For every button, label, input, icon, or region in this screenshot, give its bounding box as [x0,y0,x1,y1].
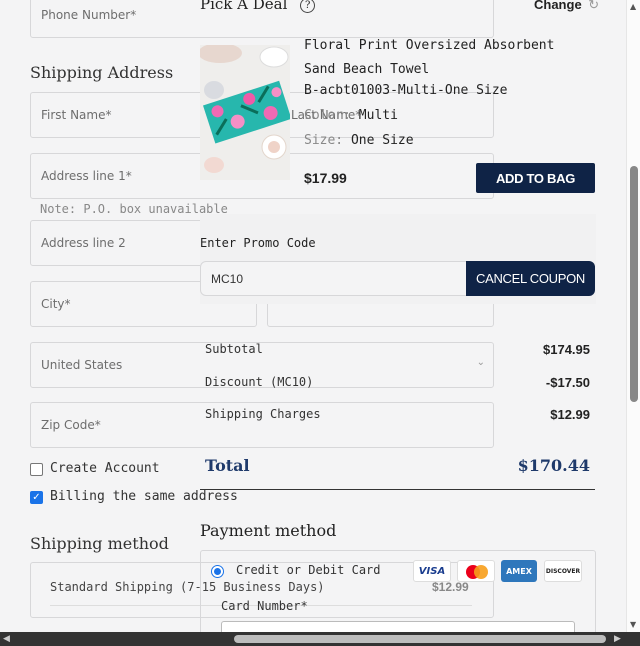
total-divider [200,489,595,490]
address2-placeholder: Address line 2 [41,236,126,250]
discover-text: DISCOVER [545,567,581,575]
color-value: Multi [358,108,398,123]
scroll-down-arrow[interactable]: ▼ [630,620,636,629]
credit-card-radio[interactable] [211,565,224,578]
cancel-coupon-button[interactable]: CANCEL COUPON [466,261,595,296]
towel-illustration [200,45,290,180]
refresh-icon: ↻ [588,0,600,12]
vertical-scrollbar[interactable]: ▲ ▼ [626,0,640,632]
scroll-right-arrow[interactable]: ▶ [614,634,621,644]
discount-label: Discount (MC10) [205,375,314,389]
product-sku: B-acbt01003-Multi-One Size [304,83,508,98]
country-value: United States [41,358,123,372]
total-label: Total [205,456,250,475]
visa-text: VISA [418,565,446,577]
city-placeholder: City* [41,297,71,311]
total-value: $170.44 [517,456,590,475]
billing-same-label: Billing the same address [50,489,238,504]
visa-icon: VISA [413,560,451,582]
mastercard-icon [457,560,495,582]
shipping-method-heading: Shipping method [30,534,169,553]
radio-dot [214,568,221,575]
billing-same-checkbox[interactable]: ✓ [30,491,43,504]
change-label: Change [534,0,582,12]
card-number-label: Card Number* [221,599,308,613]
credit-card-label: Credit or Debit Card [236,563,381,577]
discover-icon: DISCOVER [544,560,582,582]
promo-label: Enter Promo Code [200,236,316,250]
card-number-input[interactable] [221,621,575,632]
chevron-down-icon: ⌄ [476,357,485,368]
size-label: Size: [304,133,344,148]
product-price: $17.99 [304,170,347,186]
color-label: Color: [304,108,351,123]
vertical-scroll-thumb[interactable] [630,166,638,402]
subtotal-value: $174.95 [543,342,590,357]
horizontal-scrollbar[interactable]: ◀ ▶ [0,632,640,646]
product-size: Size: One Size [304,133,414,148]
amex-text: AMEX [506,566,532,576]
product-name: Floral Print Oversized Absorbent Sand Be… [304,38,555,77]
create-account-label: Create Account [50,461,160,476]
mastercard-circles [466,565,488,579]
first-name-placeholder: First Name* [41,108,112,122]
product-color: Color: Multi [304,108,398,123]
add-to-bag-button[interactable]: ADD TO BAG [476,163,595,193]
phone-placeholder: Phone Number* [41,8,137,22]
shipping-charges-value: $12.99 [550,407,590,422]
scroll-up-arrow[interactable]: ▲ [630,2,636,11]
size-value: One Size [350,133,414,148]
shipping-charges-label: Shipping Charges [205,407,321,421]
horizontal-scroll-thumb[interactable] [234,635,606,643]
discount-value: -$17.50 [545,375,590,390]
payment-heading: Payment method [200,521,337,540]
shipping-address-heading: Shipping Address [30,63,174,82]
deal-title-text: Pick A Deal [200,0,288,13]
promo-code-input[interactable]: MC10 [200,261,468,296]
deal-title: Pick A Deal ? [200,0,316,13]
change-link[interactable]: Change ↻ [534,0,599,13]
amex-icon: AMEX [501,560,537,582]
promo-code-value: MC10 [211,271,244,286]
scroll-left-arrow[interactable]: ◀ [3,634,10,644]
subtotal-label: Subtotal [205,342,263,356]
address1-placeholder: Address line 1* [41,169,132,183]
product-image[interactable] [200,45,290,180]
zip-placeholder: Zip Code* [41,418,101,432]
help-icon[interactable]: ? [300,0,316,13]
create-account-checkbox[interactable] [30,463,43,476]
